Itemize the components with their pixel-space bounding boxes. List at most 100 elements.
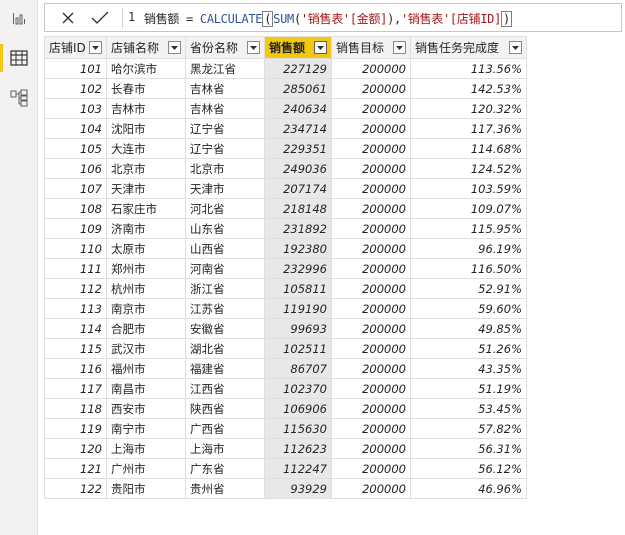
cell-store-name[interactable]: 太原市	[106, 238, 186, 259]
cell-store-id[interactable]: 115	[44, 338, 107, 359]
cell-store-name[interactable]: 大连市	[106, 138, 186, 159]
cell-store-name[interactable]: 杭州市	[106, 278, 186, 299]
cell-province[interactable]: 辽宁省	[185, 118, 265, 139]
cell-store-id[interactable]: 111	[44, 258, 107, 279]
cell-completion-rate[interactable]: 113.56%	[410, 58, 527, 79]
cell-completion-rate[interactable]: 51.26%	[410, 338, 527, 359]
cell-sales[interactable]: 234714	[264, 118, 332, 139]
cell-completion-rate[interactable]: 59.60%	[410, 298, 527, 319]
cell-province[interactable]: 广西省	[185, 418, 265, 439]
cell-store-name[interactable]: 南京市	[106, 298, 186, 319]
cell-store-name[interactable]: 北京市	[106, 158, 186, 179]
cell-sales-target[interactable]: 200000	[331, 338, 411, 359]
cell-store-name[interactable]: 上海市	[106, 438, 186, 459]
cell-store-name[interactable]: 贵阳市	[106, 478, 186, 499]
cell-completion-rate[interactable]: 103.59%	[410, 178, 527, 199]
cell-completion-rate[interactable]: 96.19%	[410, 238, 527, 259]
cell-sales[interactable]: 240634	[264, 98, 332, 119]
dropdown-arrow-icon[interactable]	[393, 41, 406, 54]
cell-completion-rate[interactable]: 49.85%	[410, 318, 527, 339]
cell-store-name[interactable]: 南宁市	[106, 418, 186, 439]
cell-store-name[interactable]: 西安市	[106, 398, 186, 419]
cell-store-name[interactable]: 武汉市	[106, 338, 186, 359]
cell-completion-rate[interactable]: 142.53%	[410, 78, 527, 99]
cell-sales[interactable]: 102511	[264, 338, 332, 359]
cell-sales-target[interactable]: 200000	[331, 198, 411, 219]
cell-province[interactable]: 陕西省	[185, 398, 265, 419]
cell-sales-target[interactable]: 200000	[331, 478, 411, 499]
cell-province[interactable]: 浙江省	[185, 278, 265, 299]
cell-province[interactable]: 吉林省	[185, 98, 265, 119]
cell-sales[interactable]: 112247	[264, 458, 332, 479]
cell-completion-rate[interactable]: 57.82%	[410, 418, 527, 439]
cell-store-id[interactable]: 104	[44, 118, 107, 139]
cell-sales-target[interactable]: 200000	[331, 138, 411, 159]
cell-store-id[interactable]: 108	[44, 198, 107, 219]
cell-sales-target[interactable]: 200000	[331, 298, 411, 319]
cell-store-name[interactable]: 济南市	[106, 218, 186, 239]
cell-sales-target[interactable]: 200000	[331, 98, 411, 119]
cell-province[interactable]: 湖北省	[185, 338, 265, 359]
cell-completion-rate[interactable]: 114.68%	[410, 138, 527, 159]
cell-province[interactable]: 安徽省	[185, 318, 265, 339]
dax-formula-input[interactable]: 销售额 = CALCULATE(SUM('销售表'[金额]),'销售表'[店铺I…	[144, 10, 512, 27]
commit-button[interactable]	[85, 5, 115, 31]
cell-province[interactable]: 江苏省	[185, 298, 265, 319]
dropdown-arrow-icon[interactable]	[247, 41, 260, 54]
cell-sales-target[interactable]: 200000	[331, 318, 411, 339]
cell-province[interactable]: 福建省	[185, 358, 265, 379]
cell-province[interactable]: 江西省	[185, 378, 265, 399]
cell-store-id[interactable]: 103	[44, 98, 107, 119]
cell-sales[interactable]: 112623	[264, 438, 332, 459]
cell-sales-target[interactable]: 200000	[331, 58, 411, 79]
cell-store-name[interactable]: 合肥市	[106, 318, 186, 339]
cell-province[interactable]: 广东省	[185, 458, 265, 479]
dropdown-arrow-icon[interactable]	[314, 41, 327, 54]
cell-sales-target[interactable]: 200000	[331, 178, 411, 199]
cell-sales-target[interactable]: 200000	[331, 398, 411, 419]
cell-completion-rate[interactable]: 52.91%	[410, 278, 527, 299]
cell-store-id[interactable]: 109	[44, 218, 107, 239]
cell-province[interactable]: 北京市	[185, 158, 265, 179]
cell-sales-target[interactable]: 200000	[331, 438, 411, 459]
cell-store-name[interactable]: 长春市	[106, 78, 186, 99]
cell-sales-target[interactable]: 200000	[331, 218, 411, 239]
cell-province[interactable]: 山西省	[185, 238, 265, 259]
cell-province[interactable]: 黑龙江省	[185, 58, 265, 79]
data-view-button[interactable]	[0, 40, 37, 76]
cell-completion-rate[interactable]: 56.31%	[410, 438, 527, 459]
cell-sales[interactable]: 99693	[264, 318, 332, 339]
dropdown-arrow-icon[interactable]	[89, 41, 102, 54]
cell-sales[interactable]: 231892	[264, 218, 332, 239]
cell-store-name[interactable]: 哈尔滨市	[106, 58, 186, 79]
cell-sales-target[interactable]: 200000	[331, 258, 411, 279]
cell-store-id[interactable]: 110	[44, 238, 107, 259]
cell-store-id[interactable]: 117	[44, 378, 107, 399]
cell-sales[interactable]: 192380	[264, 238, 332, 259]
cell-store-name[interactable]: 南昌市	[106, 378, 186, 399]
cell-completion-rate[interactable]: 117.36%	[410, 118, 527, 139]
cell-store-id[interactable]: 113	[44, 298, 107, 319]
cell-completion-rate[interactable]: 109.07%	[410, 198, 527, 219]
column-header-store-name[interactable]: 店铺名称	[106, 36, 186, 59]
cell-store-id[interactable]: 120	[44, 438, 107, 459]
cell-store-id[interactable]: 101	[44, 58, 107, 79]
cell-completion-rate[interactable]: 53.45%	[410, 398, 527, 419]
cell-province[interactable]: 河南省	[185, 258, 265, 279]
cell-province[interactable]: 河北省	[185, 198, 265, 219]
cell-store-name[interactable]: 沈阳市	[106, 118, 186, 139]
cell-province[interactable]: 吉林省	[185, 78, 265, 99]
cell-sales-target[interactable]: 200000	[331, 78, 411, 99]
cell-sales[interactable]: 86707	[264, 358, 332, 379]
model-view-button[interactable]	[0, 80, 37, 116]
cell-sales[interactable]: 285061	[264, 78, 332, 99]
cell-completion-rate[interactable]: 116.50%	[410, 258, 527, 279]
cell-sales[interactable]: 115630	[264, 418, 332, 439]
cell-completion-rate[interactable]: 43.35%	[410, 358, 527, 379]
cell-sales[interactable]: 207174	[264, 178, 332, 199]
cell-sales[interactable]: 106906	[264, 398, 332, 419]
cell-sales-target[interactable]: 200000	[331, 238, 411, 259]
cell-completion-rate[interactable]: 46.96%	[410, 478, 527, 499]
cell-sales-target[interactable]: 200000	[331, 118, 411, 139]
column-header-sales[interactable]: 销售额	[264, 36, 332, 59]
